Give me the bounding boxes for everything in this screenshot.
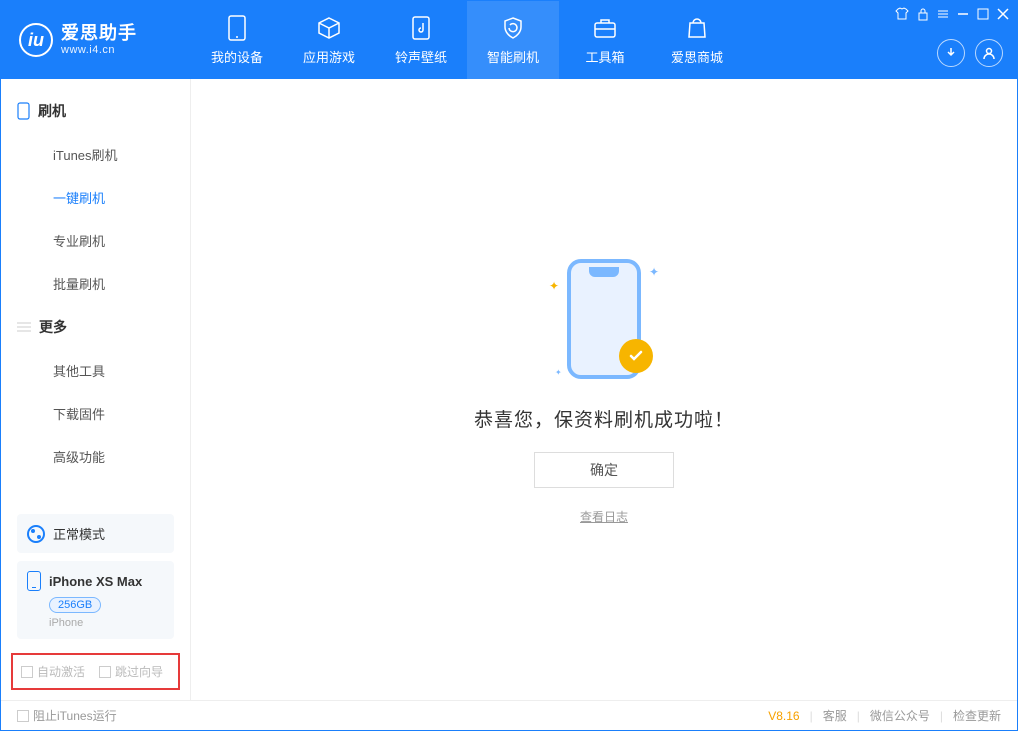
sidebar-item-download-firmware[interactable]: 下载固件	[1, 392, 190, 435]
phone-small-icon	[17, 102, 30, 120]
checkbox-auto-activate[interactable]: 自动激活	[21, 663, 85, 680]
device-box[interactable]: iPhone XS Max 256GB iPhone	[17, 561, 174, 639]
phone-icon	[224, 15, 250, 41]
bag-icon	[684, 15, 710, 41]
window-controls	[895, 7, 1009, 21]
checkbox-icon	[99, 666, 111, 678]
footer-right: V8.16 | 客服 | 微信公众号 | 检查更新	[768, 707, 1001, 724]
sidebar-section-flash: 刷机	[1, 89, 190, 133]
tshirt-icon[interactable]	[895, 7, 909, 21]
sidebar-scroll: 刷机 iTunes刷机 一键刷机 专业刷机 批量刷机 更多 其他工具 下载固件 …	[1, 79, 190, 506]
device-name: iPhone XS Max	[49, 574, 142, 589]
main-content: ✦ ✦ ✦ 恭喜您，保资料刷机成功啦！ 确定 查看日志	[191, 79, 1017, 700]
checkbox-label: 自动激活	[37, 663, 85, 680]
tab-toolbox[interactable]: 工具箱	[559, 1, 651, 79]
checkbox-row-highlighted: 自动激活 跳过向导	[11, 653, 180, 690]
header-circle-buttons	[937, 39, 1003, 67]
device-row: iPhone XS Max	[27, 571, 164, 591]
body: 刷机 iTunes刷机 一键刷机 专业刷机 批量刷机 更多 其他工具 下载固件 …	[1, 79, 1017, 700]
checkbox-icon	[21, 666, 33, 678]
minimize-icon[interactable]	[957, 8, 969, 20]
logo-area: iu 爱思助手 www.i4.cn	[1, 23, 191, 57]
device-phone-icon	[27, 571, 41, 591]
download-button[interactable]	[937, 39, 965, 67]
tab-label: 工具箱	[585, 47, 624, 66]
tab-label: 应用游戏	[303, 47, 355, 66]
tab-apps-games[interactable]: 应用游戏	[283, 1, 375, 79]
logo-text: 爱思助手 www.i4.cn	[61, 24, 137, 56]
checkbox-skip-guide[interactable]: 跳过向导	[99, 663, 163, 680]
close-icon[interactable]	[997, 8, 1009, 20]
tab-ringtone-wallpaper[interactable]: 铃声壁纸	[375, 1, 467, 79]
menu-icon[interactable]	[937, 8, 949, 20]
sidebar-item-other-tools[interactable]: 其他工具	[1, 349, 190, 392]
titlebar: iu 爱思助手 www.i4.cn 我的设备 应用游戏 铃声壁纸 智能刷机	[1, 1, 1017, 79]
cube-icon	[316, 15, 342, 41]
app-window: iu 爱思助手 www.i4.cn 我的设备 应用游戏 铃声壁纸 智能刷机	[0, 0, 1018, 731]
checkbox-label: 跳过向导	[115, 663, 163, 680]
footer-left: 阻止iTunes运行	[17, 707, 768, 724]
sparkle-icon: ✦	[549, 279, 559, 293]
footer-link-update[interactable]: 检查更新	[953, 707, 1001, 724]
top-tabs: 我的设备 应用游戏 铃声壁纸 智能刷机 工具箱 爱思商城	[191, 1, 743, 79]
app-title: 爱思助手	[61, 24, 137, 44]
check-badge-icon	[619, 339, 653, 373]
tab-label: 我的设备	[211, 47, 263, 66]
lock-icon[interactable]	[917, 7, 929, 21]
tab-store[interactable]: 爱思商城	[651, 1, 743, 79]
sidebar: 刷机 iTunes刷机 一键刷机 专业刷机 批量刷机 更多 其他工具 下载固件 …	[1, 79, 191, 700]
footer-link-wechat[interactable]: 微信公众号	[870, 707, 930, 724]
checkbox-icon	[17, 710, 29, 722]
footer: 阻止iTunes运行 V8.16 | 客服 | 微信公众号 | 检查更新	[1, 700, 1017, 730]
sidebar-item-oneclick-flash[interactable]: 一键刷机	[1, 176, 190, 219]
device-type: iPhone	[49, 617, 164, 629]
sidebar-item-batch-flash[interactable]: 批量刷机	[1, 262, 190, 305]
app-subtitle: www.i4.cn	[61, 44, 137, 56]
separator: |	[810, 709, 813, 723]
checkbox-label: 阻止iTunes运行	[33, 707, 117, 724]
device-storage-badge: 256GB	[49, 597, 101, 613]
mode-label: 正常模式	[53, 524, 105, 543]
music-file-icon	[408, 15, 434, 41]
separator: |	[857, 709, 860, 723]
tab-smart-flash[interactable]: 智能刷机	[467, 1, 559, 79]
success-illustration: ✦ ✦ ✦	[549, 255, 659, 385]
version-label: V8.16	[768, 709, 799, 723]
ok-button[interactable]: 确定	[534, 452, 674, 488]
account-button[interactable]	[975, 39, 1003, 67]
sidebar-item-advanced[interactable]: 高级功能	[1, 435, 190, 478]
phone-notch	[589, 267, 619, 277]
shield-refresh-icon	[500, 15, 526, 41]
success-message: 恭喜您，保资料刷机成功啦！	[474, 405, 734, 432]
mode-box[interactable]: 正常模式	[17, 514, 174, 553]
list-icon	[17, 321, 31, 333]
tab-label: 铃声壁纸	[395, 47, 447, 66]
separator: |	[940, 709, 943, 723]
maximize-icon[interactable]	[977, 8, 989, 20]
section-title: 刷机	[38, 101, 66, 121]
sidebar-item-itunes-flash[interactable]: iTunes刷机	[1, 133, 190, 176]
mode-icon	[27, 525, 45, 543]
tab-label: 爱思商城	[671, 47, 723, 66]
sidebar-item-pro-flash[interactable]: 专业刷机	[1, 219, 190, 262]
section-title: 更多	[39, 317, 67, 337]
toolbox-icon	[592, 15, 618, 41]
tab-label: 智能刷机	[487, 47, 539, 66]
footer-link-support[interactable]: 客服	[823, 707, 847, 724]
tab-my-device[interactable]: 我的设备	[191, 1, 283, 79]
sparkle-icon: ✦	[649, 265, 659, 279]
sidebar-section-more: 更多	[1, 305, 190, 349]
view-log-link[interactable]: 查看日志	[580, 508, 628, 525]
checkbox-block-itunes[interactable]: 阻止iTunes运行	[17, 707, 117, 724]
logo-icon: iu	[19, 23, 53, 57]
sparkle-icon: ✦	[555, 368, 562, 377]
